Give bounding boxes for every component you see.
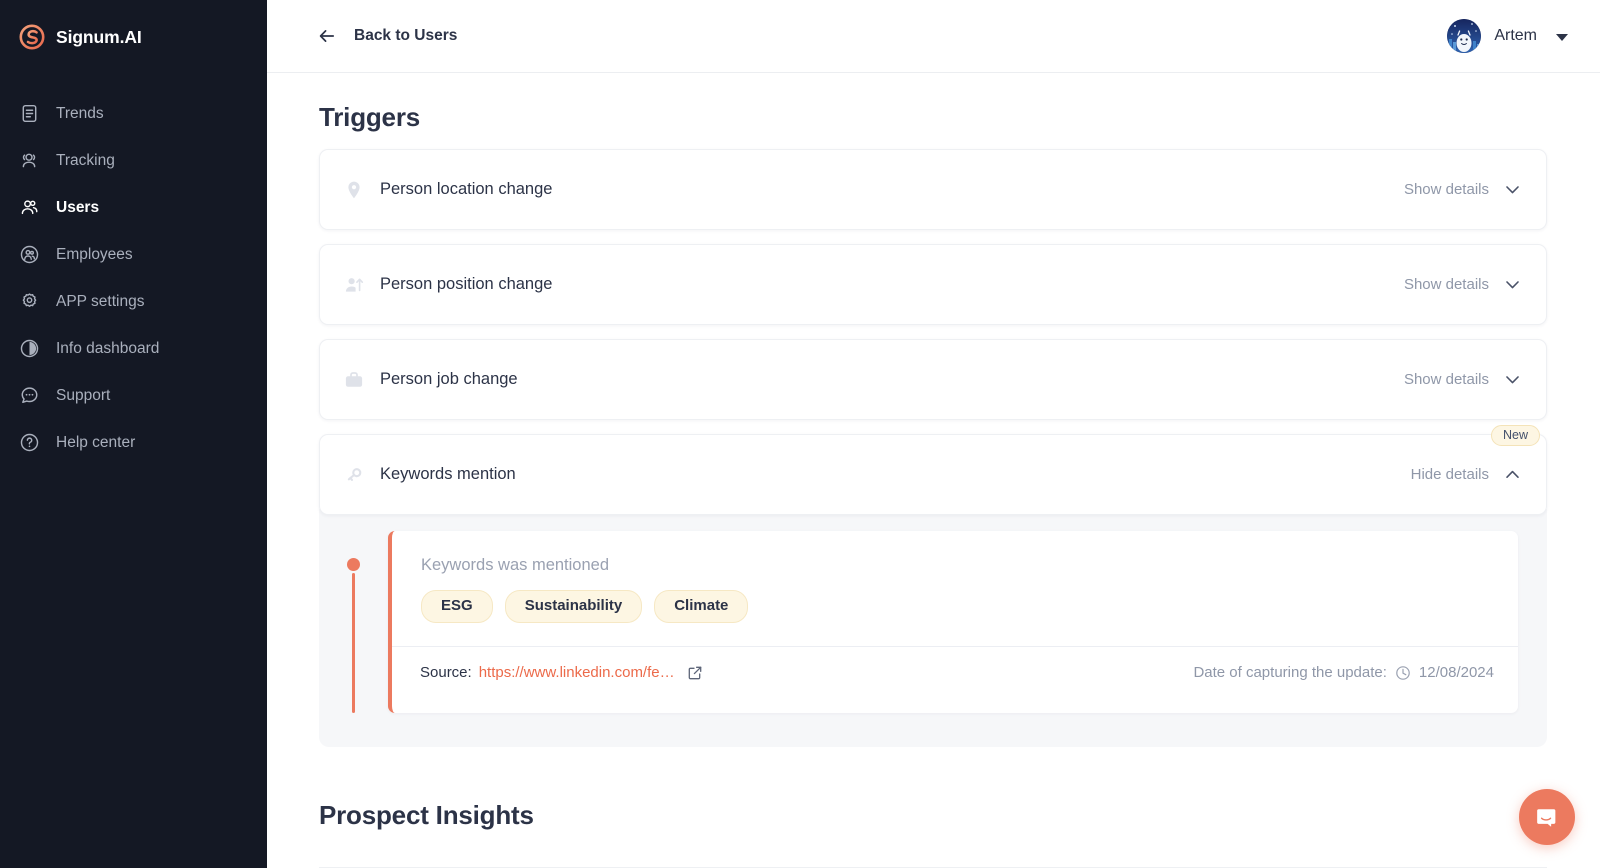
trigger-left: Person position change — [343, 274, 552, 296]
sidebar-nav: Trends Tracking — [0, 90, 267, 466]
briefcase-icon — [343, 369, 365, 391]
chevron-down-icon[interactable] — [1556, 34, 1568, 41]
keyword-pill[interactable]: Climate — [654, 590, 748, 623]
event-title: Keywords was mentioned — [421, 556, 1490, 575]
brand-name: Signum.AI — [56, 27, 142, 48]
document-list-icon — [19, 103, 40, 124]
user-menu[interactable]: Artem — [1447, 19, 1568, 53]
prospect-insights-title: Prospect Insights — [319, 800, 1547, 831]
trigger-left: Keywords mention — [343, 464, 516, 486]
keywords-mention-detail-panel: Keywords was mentioned ESG Sustainabilit… — [319, 509, 1547, 747]
trigger-card-person-job-change[interactable]: Person job change Show details — [319, 339, 1547, 420]
chevron-up-icon[interactable] — [1503, 465, 1522, 484]
external-link-icon[interactable] — [687, 665, 703, 681]
sidebar: Signum.AI Trends — [0, 0, 267, 868]
trigger-left: Person location change — [343, 179, 552, 201]
person-arrow-icon — [343, 274, 365, 296]
hide-details-label: Hide details — [1411, 466, 1489, 483]
page-title: Triggers — [319, 102, 1547, 133]
people-group-icon — [19, 150, 40, 171]
chevron-down-icon[interactable] — [1503, 180, 1522, 199]
trigger-label: Person job change — [380, 370, 518, 389]
keyword-pill[interactable]: ESG — [421, 590, 493, 623]
trigger-label: Keywords mention — [380, 465, 516, 484]
source-label: Source: — [420, 664, 472, 681]
source-link[interactable]: https://www.linkedin.com/fe… — [479, 664, 675, 681]
question-circle-icon — [19, 432, 40, 453]
gear-icon — [19, 291, 40, 312]
show-details-label: Show details — [1404, 371, 1489, 388]
intercom-chat-icon — [1534, 804, 1560, 830]
trigger-right[interactable]: Show details — [1404, 180, 1522, 199]
trigger-label: Person location change — [380, 180, 552, 199]
trigger-right[interactable]: Hide details — [1411, 465, 1522, 484]
sidebar-item-info-dashboard[interactable]: Info dashboard — [0, 325, 267, 372]
chat-bubble-icon — [19, 385, 40, 406]
show-details-label: Show details — [1404, 276, 1489, 293]
sidebar-item-users[interactable]: Users — [0, 184, 267, 231]
sidebar-item-label: Tracking — [56, 152, 115, 170]
chat-launcher-button[interactable] — [1519, 789, 1575, 845]
event-card: Keywords was mentioned ESG Sustainabilit… — [388, 531, 1518, 713]
capture-date-value: 12/08/2024 — [1419, 664, 1494, 681]
keyword-pill[interactable]: Sustainability — [505, 590, 643, 623]
users-icon — [19, 197, 40, 218]
trigger-left: Person job change — [343, 369, 518, 391]
event-footer: Source: https://www.linkedin.com/fe… — [392, 646, 1518, 698]
event-body: Keywords was mentioned ESG Sustainabilit… — [392, 531, 1518, 646]
sidebar-item-label: Users — [56, 199, 99, 217]
sidebar-item-label: APP settings — [56, 293, 144, 311]
chevron-down-icon[interactable] — [1503, 370, 1522, 389]
capture-date-row: Date of capturing the update: 12/08/2024 — [1193, 664, 1494, 681]
timeline-line — [352, 573, 355, 713]
sidebar-item-label: Trends — [56, 105, 104, 123]
chevron-down-icon[interactable] — [1503, 275, 1522, 294]
back-to-users-button[interactable]: Back to Users — [317, 26, 457, 46]
pie-chart-icon — [19, 338, 40, 359]
trigger-card-person-position-change[interactable]: Person position change Show details — [319, 244, 1547, 325]
trigger-right[interactable]: Show details — [1404, 370, 1522, 389]
sidebar-item-label: Info dashboard — [56, 340, 159, 358]
status-badge-new: New — [1491, 425, 1540, 446]
source-row: Source: https://www.linkedin.com/fe… — [420, 664, 703, 681]
capture-date-label: Date of capturing the update: — [1193, 664, 1386, 681]
main-area: Back to Users — [267, 0, 1600, 868]
avatar — [1447, 19, 1481, 53]
content-scroll: Triggers Person location change — [267, 73, 1600, 868]
clock-icon — [1395, 665, 1411, 681]
sidebar-item-app-settings[interactable]: APP settings — [0, 278, 267, 325]
sidebar-item-tracking[interactable]: Tracking — [0, 137, 267, 184]
trigger-right[interactable]: Show details — [1404, 275, 1522, 294]
sidebar-item-help-center[interactable]: Help center — [0, 419, 267, 466]
user-name: Artem — [1494, 27, 1537, 45]
app-root: Signum.AI Trends — [0, 0, 1600, 868]
sidebar-item-employees[interactable]: Employees — [0, 231, 267, 278]
trigger-card-keywords-mention[interactable]: New Keywords mention — [319, 434, 1547, 515]
arrow-left-icon — [317, 26, 337, 46]
employees-circle-icon — [19, 244, 40, 265]
signum-s-logo-icon — [19, 24, 45, 50]
sidebar-item-label: Help center — [56, 434, 135, 452]
sidebar-item-label: Support — [56, 387, 110, 405]
show-details-label: Show details — [1404, 181, 1489, 198]
top-bar: Back to Users — [267, 0, 1600, 73]
trigger-label: Person position change — [380, 275, 552, 294]
timeline — [319, 531, 388, 713]
triggers-list: Person location change Show details — [319, 149, 1547, 515]
back-to-users-label: Back to Users — [354, 27, 457, 45]
sidebar-item-label: Employees — [56, 246, 133, 264]
key-icon — [343, 464, 365, 486]
sidebar-item-support[interactable]: Support — [0, 372, 267, 419]
timeline-dot — [347, 558, 360, 571]
sidebar-item-trends[interactable]: Trends — [0, 90, 267, 137]
trigger-card-person-location-change[interactable]: Person location change Show details — [319, 149, 1547, 230]
keyword-pill-list: ESG Sustainability Climate — [421, 590, 1490, 623]
map-pin-icon — [343, 179, 365, 201]
brand[interactable]: Signum.AI — [0, 0, 267, 74]
